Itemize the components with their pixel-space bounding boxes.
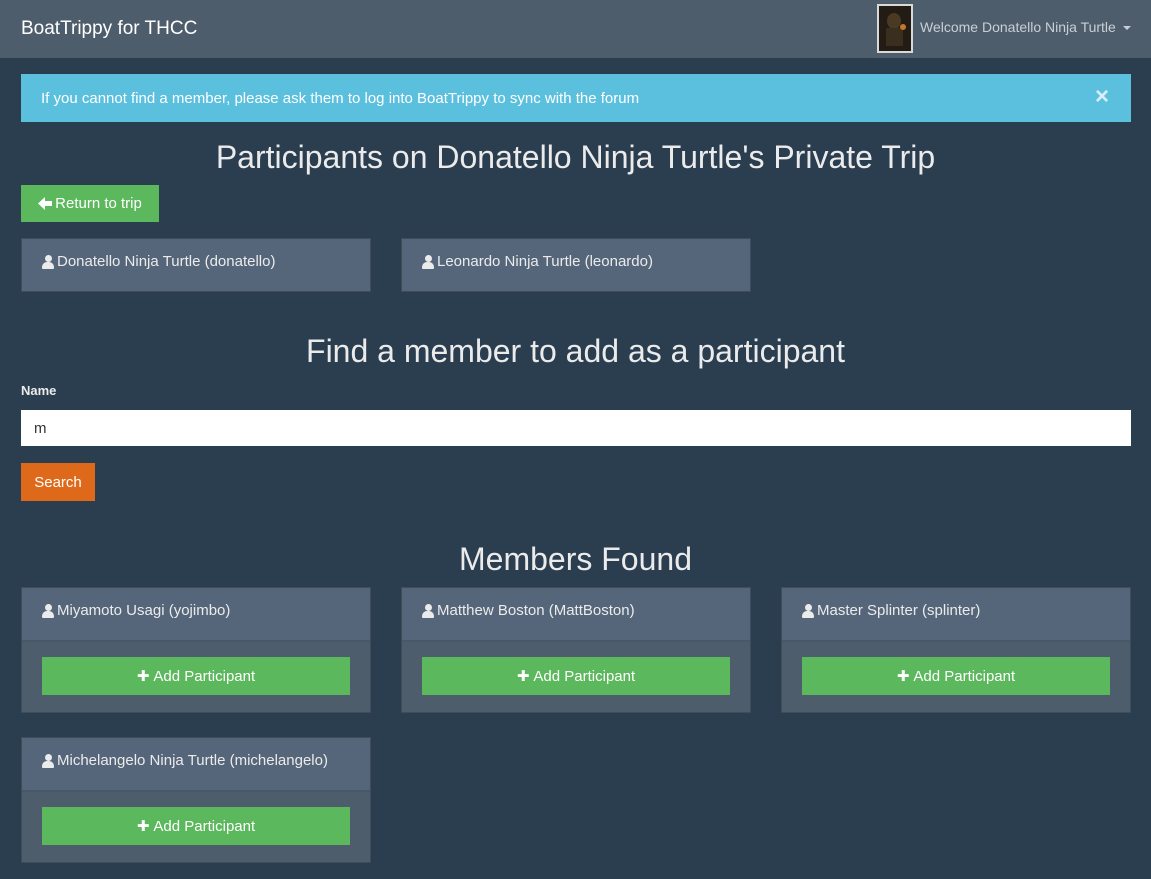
close-icon[interactable]: × [1095, 84, 1109, 110]
member-card: Miyamoto Usagi (yojimbo) ✚ Add Participa… [21, 587, 371, 713]
add-participant-label: Add Participant [153, 817, 256, 835]
search-heading: Find a member to add as a participant [306, 333, 845, 369]
member-name: Matthew Boston (MattBoston) [437, 602, 635, 619]
plus-icon: ✚ [136, 818, 150, 835]
participant-card: Donatello Ninja Turtle (donatello) [21, 238, 371, 292]
alert-text: If you cannot find a member, please ask … [41, 90, 640, 107]
return-to-trip-label: Return to trip [55, 195, 142, 212]
participant-name: Donatello Ninja Turtle (donatello) [57, 253, 276, 270]
participant-name: Leonardo Ninja Turtle (leonardo) [437, 253, 653, 270]
search-button[interactable]: Search [21, 463, 95, 501]
user-icon [42, 255, 54, 269]
add-participant-button[interactable]: ✚ Add Participant [42, 807, 350, 845]
member-name: Master Splinter (splinter) [817, 602, 981, 619]
add-participant-label: Add Participant [913, 667, 1016, 685]
name-search-input[interactable] [21, 410, 1131, 446]
add-participant-label: Add Participant [533, 667, 636, 685]
name-label: Name [21, 383, 57, 398]
chevron-down-icon[interactable] [1123, 26, 1131, 30]
info-alert: If you cannot find a member, please ask … [21, 74, 1131, 122]
brand-link[interactable]: BoatTrippy for THCC [21, 18, 197, 40]
user-icon [42, 604, 54, 618]
user-icon [422, 255, 434, 269]
navbar: BoatTrippy for THCC Welcome Donatello Ni… [0, 0, 1151, 58]
member-card: Master Splinter (splinter) ✚ Add Partici… [781, 587, 1131, 713]
member-card: Matthew Boston (MattBoston) ✚ Add Partic… [401, 587, 751, 713]
plus-icon: ✚ [896, 668, 910, 685]
add-participant-button[interactable]: ✚ Add Participant [422, 657, 730, 695]
member-name: Michelangelo Ninja Turtle (michelangelo) [57, 752, 328, 769]
participant-card: Leonardo Ninja Turtle (leonardo) [401, 238, 751, 292]
user-avatar[interactable] [877, 4, 913, 53]
results-heading: Members Found [459, 541, 692, 577]
add-participant-button[interactable]: ✚ Add Participant [802, 657, 1110, 695]
plus-icon: ✚ [516, 668, 530, 685]
plus-icon: ✚ [136, 668, 150, 685]
member-name: Miyamoto Usagi (yojimbo) [57, 602, 231, 619]
page-title: Participants on Donatello Ninja Turtle's… [215, 139, 936, 175]
user-icon [802, 604, 814, 618]
return-to-trip-button[interactable]: Return to trip [21, 185, 159, 222]
arrow-left-icon [38, 197, 53, 210]
user-menu-toggle[interactable]: Welcome Donatello Ninja Turtle [920, 19, 1116, 35]
add-participant-label: Add Participant [153, 667, 256, 685]
user-icon [42, 754, 54, 768]
add-participant-button[interactable]: ✚ Add Participant [42, 657, 350, 695]
user-icon [422, 604, 434, 618]
member-card: Michelangelo Ninja Turtle (michelangelo)… [21, 737, 371, 863]
